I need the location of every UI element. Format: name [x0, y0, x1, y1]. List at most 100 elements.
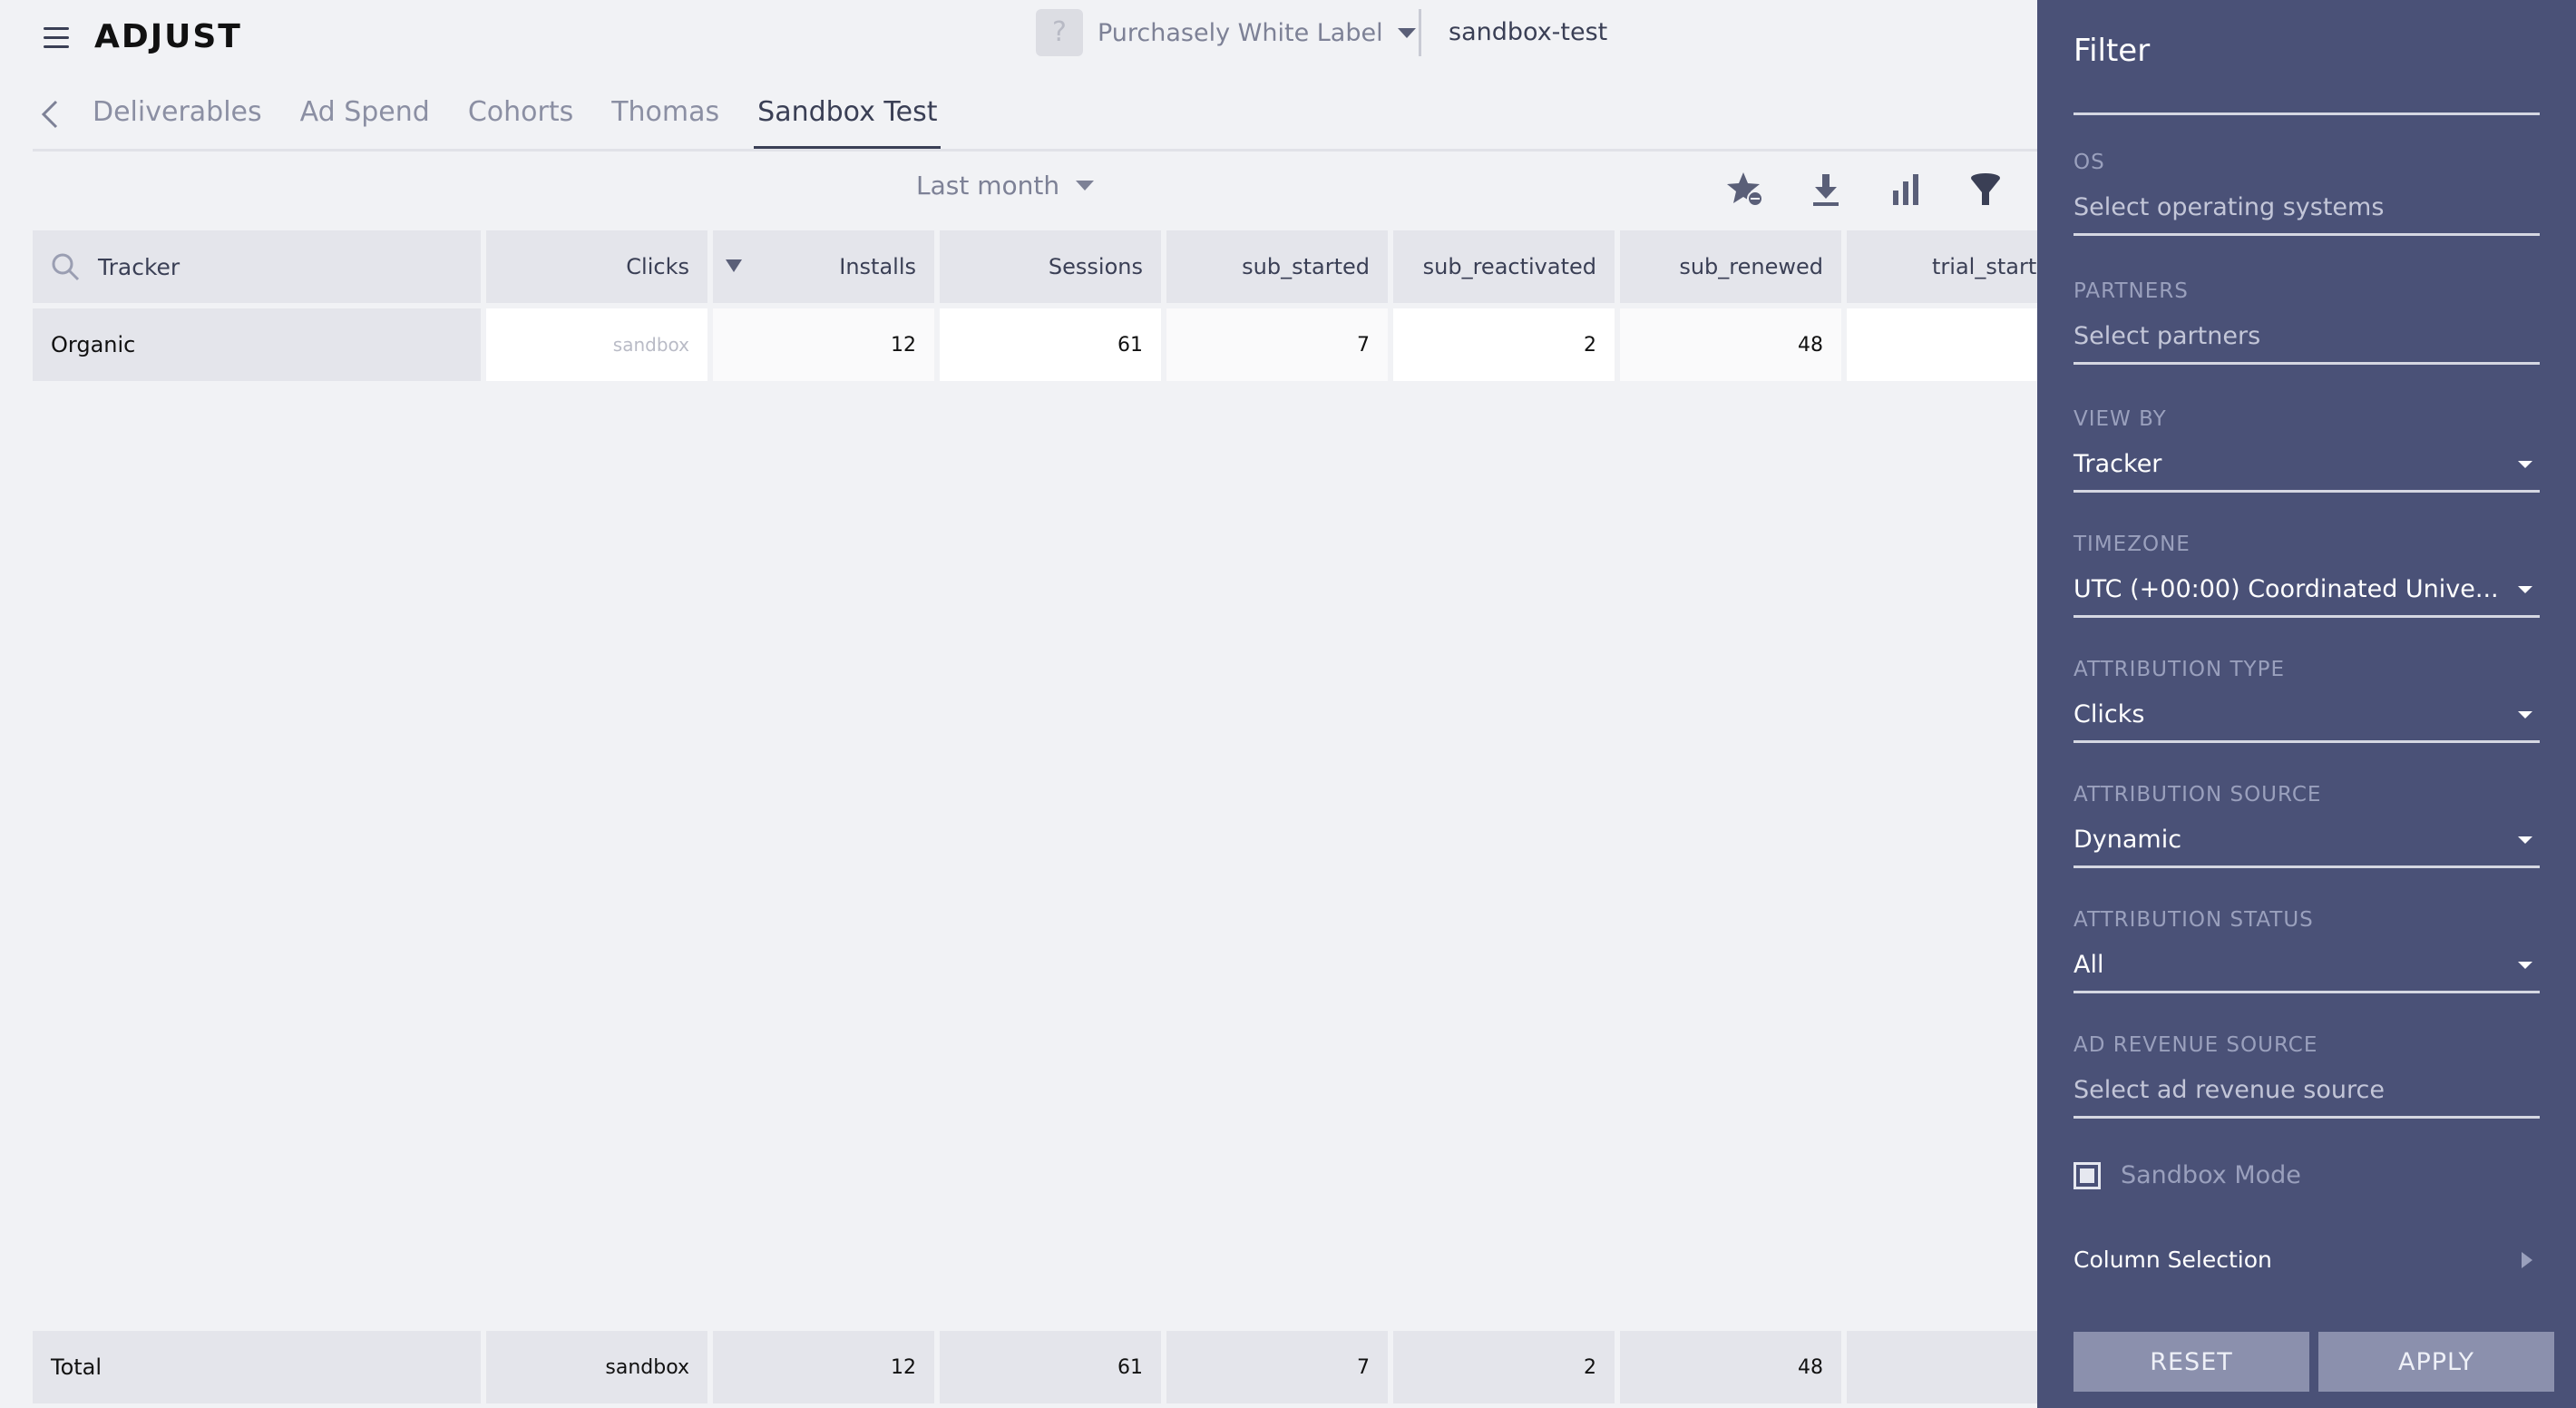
favorite-star-icon[interactable] [1725, 169, 1767, 210]
table-cell: 2 [1393, 308, 1615, 381]
filter-ad-revenue-source[interactable]: AD REVENUE SOURCE Select ad revenue sour… [2073, 1033, 2540, 1119]
back-arrow-icon[interactable] [36, 96, 63, 132]
tab-divider [33, 149, 2037, 152]
timezone-select[interactable]: UTC (+00:00) Coordinated Unive... [2073, 572, 2540, 618]
menu-icon[interactable] [44, 27, 69, 48]
search-icon [52, 253, 80, 281]
chart-icon[interactable] [1885, 169, 1927, 210]
total-cell [1847, 1331, 2037, 1403]
field-value: All [2073, 951, 2104, 979]
row-name-organic[interactable]: Organic [33, 308, 481, 381]
field-label: AD REVENUE SOURCE [2073, 1033, 2318, 1057]
table-cell [1847, 308, 2037, 381]
divider [1419, 9, 1421, 56]
total-cell: 2 [1393, 1331, 1615, 1403]
main-content: ADJUST ? Purchasely White Label sandbox-… [0, 0, 2037, 1408]
field-value: Clicks [2073, 700, 2145, 728]
app-placeholder-icon: ? [1036, 9, 1083, 56]
table-cell: 12 [713, 308, 934, 381]
column-selection-label: Column Selection [2073, 1247, 2272, 1273]
report-tabs: Deliverables Ad Spend Cohorts Thomas San… [93, 96, 979, 150]
divider [2073, 112, 2540, 115]
chevron-down-icon [2518, 460, 2532, 468]
table-cell: 7 [1166, 308, 1388, 381]
view-by-select[interactable]: Tracker [2073, 447, 2540, 493]
period-selector[interactable]: Last month [916, 171, 1095, 200]
field-value: Tracker [2073, 450, 2162, 478]
column-header-sessions[interactable]: Sessions [940, 230, 1161, 303]
table-cell: 48 [1620, 308, 1841, 381]
chevron-right-icon [2522, 1251, 2532, 1268]
period-label: Last month [916, 171, 1060, 200]
filter-attribution-type[interactable]: ATTRIBUTION TYPE Clicks [2073, 658, 2540, 743]
column-header-clicks[interactable]: Clicks [486, 230, 707, 303]
tab-ad-spend[interactable]: Ad Spend [300, 96, 430, 150]
chevron-down-icon [2518, 710, 2532, 719]
column-selection[interactable]: Column Selection [2073, 1247, 2540, 1273]
chevron-down-icon [2518, 585, 2532, 593]
chevron-down-icon [1397, 27, 1416, 38]
table-cell: sandbox [486, 308, 707, 381]
filter-icon[interactable] [1965, 169, 2006, 210]
column-header-sub-started[interactable]: sub_started [1166, 230, 1388, 303]
tab-cohorts[interactable]: Cohorts [468, 96, 573, 150]
tab-sandbox-test[interactable]: Sandbox Test [754, 96, 942, 150]
field-label: ATTRIBUTION TYPE [2073, 658, 2285, 681]
tracker-column-label: Tracker [98, 253, 181, 280]
field-value: Select operating systems [2073, 193, 2385, 221]
apply-button[interactable]: APPLY [2318, 1332, 2554, 1392]
total-cell: 61 [940, 1331, 1161, 1403]
field-label: OS [2073, 151, 2105, 174]
filter-partners[interactable]: PARTNERS Select partners [2073, 279, 2540, 365]
total-cell: sandbox [486, 1331, 707, 1403]
filter-view-by[interactable]: VIEW BY Tracker [2073, 407, 2540, 493]
field-value: Dynamic [2073, 826, 2182, 854]
download-icon[interactable] [1805, 169, 1847, 210]
filter-attribution-status[interactable]: ATTRIBUTION STATUS All [2073, 908, 2540, 993]
tracker-search[interactable]: Tracker [33, 230, 481, 303]
sandbox-mode-toggle[interactable]: Sandbox Mode [2073, 1161, 2301, 1189]
chevron-down-icon [1076, 181, 1095, 191]
ad-revenue-source-select[interactable]: Select ad revenue source [2073, 1073, 2540, 1119]
sandbox-mode-checkbox[interactable] [2073, 1161, 2101, 1189]
attribution-status-select[interactable]: All [2073, 948, 2540, 993]
filter-timezone[interactable]: TIMEZONE UTC (+00:00) Coordinated Unive.… [2073, 533, 2540, 618]
chevron-down-icon [2518, 961, 2532, 969]
reset-button[interactable]: RESET [2073, 1332, 2309, 1392]
os-select[interactable]: Select operating systems [2073, 191, 2540, 236]
app-name: Purchasely White Label [1098, 18, 1383, 47]
logo: ADJUST [94, 18, 242, 55]
field-label: TIMEZONE [2073, 533, 2191, 556]
filter-title: Filter [2073, 33, 2151, 69]
partners-select[interactable]: Select partners [2073, 319, 2540, 365]
workspace-name[interactable]: sandbox-test [1449, 18, 1607, 46]
column-header-installs[interactable]: Installs [713, 230, 934, 303]
sandbox-mode-label: Sandbox Mode [2121, 1161, 2301, 1189]
tab-thomas[interactable]: Thomas [611, 96, 719, 150]
field-label: PARTNERS [2073, 279, 2189, 303]
column-header-trial-started[interactable]: trial_starte [1847, 230, 2037, 303]
attribution-type-select[interactable]: Clicks [2073, 698, 2540, 743]
column-header-sub-renewed[interactable]: sub_renewed [1620, 230, 1841, 303]
attribution-source-select[interactable]: Dynamic [2073, 823, 2540, 868]
total-cell: 12 [713, 1331, 934, 1403]
sandbox-value: sandbox [612, 334, 689, 356]
sort-desc-icon [726, 259, 742, 272]
total-cell: 48 [1620, 1331, 1841, 1403]
chevron-down-icon [2518, 836, 2532, 844]
field-value: UTC (+00:00) Coordinated Unive... [2073, 575, 2499, 603]
column-header-label: Installs [839, 254, 916, 279]
field-label: VIEW BY [2073, 407, 2167, 431]
tab-deliverables[interactable]: Deliverables [93, 96, 262, 150]
app-picker[interactable]: ? Purchasely White Label [1036, 9, 1416, 56]
total-row-label: Total [33, 1331, 481, 1403]
filter-os[interactable]: OS Select operating systems [2073, 151, 2540, 236]
filter-panel: Filter OS Select operating systems PARTN… [2037, 0, 2576, 1408]
field-value: Select ad revenue source [2073, 1076, 2385, 1104]
total-cell: 7 [1166, 1331, 1388, 1403]
field-label: ATTRIBUTION SOURCE [2073, 783, 2322, 807]
field-label: ATTRIBUTION STATUS [2073, 908, 2314, 932]
table-cell: 61 [940, 308, 1161, 381]
filter-attribution-source[interactable]: ATTRIBUTION SOURCE Dynamic [2073, 783, 2540, 868]
column-header-sub-reactivated[interactable]: sub_reactivated [1393, 230, 1615, 303]
